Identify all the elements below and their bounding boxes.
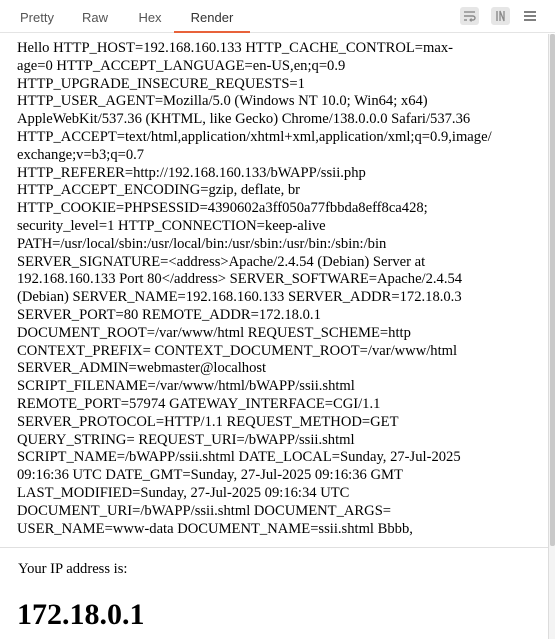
divider [0,547,548,548]
ip-address-label: Your IP address is: [18,561,128,577]
render-pane: Hello HTTP_HOST=192.168.160.133 HTTP_CAC… [0,34,548,639]
menu-button[interactable] [521,7,539,25]
scrollbar-thumb[interactable] [550,34,555,546]
tab-raw[interactable]: Raw [64,0,126,33]
ip-address-heading: 172.18.0.1 [17,598,145,631]
tab-render[interactable]: Render [174,0,250,33]
vertical-scrollbar[interactable] [548,34,555,639]
rendered-response-text: Hello HTTP_HOST=192.168.160.133 HTTP_CAC… [17,40,492,537]
tab-pretty[interactable]: Pretty [0,0,74,33]
response-view-tabbar: Pretty Raw Hex Render [0,0,555,33]
newline-toggle-button[interactable] [491,7,510,25]
tab-hex[interactable]: Hex [122,0,178,33]
word-wrap-button[interactable] [460,7,479,25]
